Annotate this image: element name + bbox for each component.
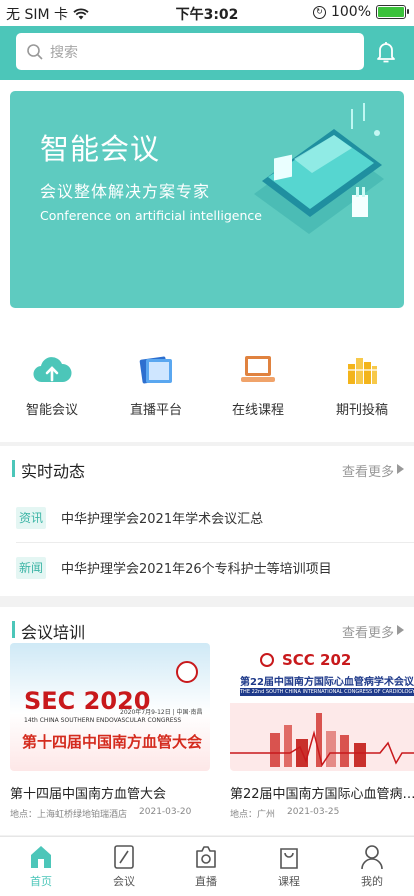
- search-input[interactable]: 搜索: [16, 33, 364, 70]
- news-text: 中华护理学会2021年学术会议汇总: [61, 512, 264, 527]
- news-section: 实时动态 查看更多 资讯 中华护理学会2021年学术会议汇总 新闻 中华护理学会…: [0, 446, 414, 596]
- card-title: 第22届中国南方国际心血管病学术会议: [230, 787, 414, 802]
- congress-logo: [260, 653, 274, 667]
- nav-label: 智能会议: [25, 403, 78, 418]
- meeting-card[interactable]: SEC 2020 14th CHINA SOUTHERN ENDOVASCULA…: [10, 643, 212, 820]
- camera-icon: [196, 846, 216, 868]
- poster-date: 2020年7月9-12日 | 中国·南昌: [120, 709, 203, 716]
- skyline-illustration: [230, 703, 414, 771]
- battery-percent: 100%: [330, 4, 371, 20]
- nav-smart-meeting[interactable]: 智能会议: [7, 350, 97, 418]
- user-icon: [361, 845, 383, 870]
- banner-title: 智能会议: [40, 132, 161, 166]
- news-item[interactable]: 资讯 中华护理学会2021年学术会议汇总: [16, 495, 414, 543]
- news-tag: 新闻: [16, 557, 46, 579]
- bottom-tab-bar: 首页 会议 直播 课程 我的: [0, 836, 414, 896]
- card-date: 2021-03-20: [139, 807, 192, 817]
- nav-label: 在线课程: [231, 403, 284, 418]
- card-location: 地点：广州: [230, 810, 276, 820]
- tab-label: 直播: [195, 875, 217, 888]
- edit-icon: [114, 845, 134, 869]
- poster-subtitle: 14th CHINA SOUTHERN ENDOVASCULAR CONGRES…: [24, 717, 182, 724]
- search-placeholder: 搜索: [50, 44, 78, 61]
- card-date: 2021-03-25: [287, 807, 340, 817]
- live-screen-icon: [139, 356, 172, 384]
- tab-label: 首页: [30, 875, 52, 888]
- banner[interactable]: 智能会议 会议整体解决方案专家 Conference on artificial…: [10, 91, 404, 308]
- tab-live[interactable]: 直播: [176, 843, 236, 889]
- books-icon: [348, 358, 377, 384]
- tab-label: 课程: [278, 875, 300, 888]
- tab-profile[interactable]: 我的: [342, 843, 402, 889]
- home-icon: [31, 846, 51, 868]
- search-icon: [27, 43, 43, 60]
- status-bar: 无 SIM 卡 下午3:02 ↻ 100%: [0, 0, 414, 26]
- nav-online-course[interactable]: 在线课程: [213, 350, 303, 418]
- triangle-right-icon: [397, 625, 404, 635]
- section-title: 会议培训: [21, 623, 86, 642]
- banner-subtitle: 会议整体解决方案专家: [40, 182, 211, 201]
- news-tag: 资讯: [16, 507, 46, 529]
- section-accent-bar: [12, 460, 15, 477]
- card-poster: SCC 202 第22届中国南方国际心血管病学术会议 THE 22nd SOUT…: [230, 643, 414, 771]
- banner-english: Conference on artificial intelligence: [40, 208, 262, 223]
- status-right: ↻ 100%: [312, 4, 409, 20]
- news-more-link[interactable]: 查看更多: [342, 461, 394, 480]
- card-location: 地点：上海虹桥绿地铂瑞酒店: [10, 810, 128, 820]
- tab-course[interactable]: 课程: [259, 843, 319, 889]
- card-title: 第十四届中国南方血管大会: [10, 787, 167, 802]
- triangle-right-icon: [397, 464, 404, 474]
- section-accent-bar: [12, 621, 15, 638]
- training-section: 会议培训 查看更多 SEC 2020 14th CHINA SOUTHERN E…: [0, 607, 414, 835]
- nav-label: 期刊投稿: [335, 403, 388, 418]
- nav-label: 直播平台: [129, 403, 182, 418]
- congress-logo: [176, 661, 198, 683]
- rotation-lock-icon: ↻: [312, 5, 326, 19]
- nav-journal-submit[interactable]: 期刊投稿: [317, 350, 407, 418]
- card-carousel[interactable]: SEC 2020 14th CHINA SOUTHERN ENDOVASCULA…: [10, 643, 414, 833]
- card-poster: SEC 2020 14th CHINA SOUTHERN ENDOVASCULA…: [10, 643, 210, 771]
- poster-subtitle: THE 22nd SOUTH CHINA INTERNATIONAL CONGR…: [240, 688, 414, 696]
- news-item[interactable]: 新闻 中华护理学会2021年26个专科护士等培训项目: [16, 545, 414, 593]
- tablet-illustration: [254, 103, 384, 234]
- battery-icon: [376, 5, 409, 19]
- tab-label: 我的: [361, 875, 383, 888]
- poster-chinese-title: 第22届中国南方国际心血管病学术会议: [240, 677, 414, 688]
- laptop-icon: [241, 356, 275, 382]
- poster-heading: SCC 202: [282, 651, 352, 669]
- news-text: 中华护理学会2021年26个专科护士等培训项目: [61, 562, 332, 577]
- tab-label: 会议: [113, 875, 135, 888]
- tab-home[interactable]: 首页: [11, 843, 71, 889]
- card-meta: 地点：广州 2021-03-25: [230, 807, 414, 820]
- nav-live-platform[interactable]: 直播平台: [111, 350, 201, 418]
- section-title: 实时动态: [21, 462, 86, 481]
- poster-chinese-title: 第十四届中国南方血管大会: [22, 733, 203, 751]
- bell-icon[interactable]: [374, 40, 398, 64]
- cloud-upload-icon: [33, 357, 72, 383]
- training-more-link[interactable]: 查看更多: [342, 622, 394, 641]
- meeting-card[interactable]: SCC 202 第22届中国南方国际心血管病学术会议 THE 22nd SOUT…: [230, 643, 414, 820]
- card-meta: 地点：上海虹桥绿地铂瑞酒店 2021-03-20: [10, 807, 212, 820]
- tab-meeting[interactable]: 会议: [94, 843, 154, 889]
- top-header: 搜索: [0, 26, 414, 80]
- bag-icon: [280, 848, 298, 869]
- section-header: 实时动态 查看更多: [0, 446, 414, 490]
